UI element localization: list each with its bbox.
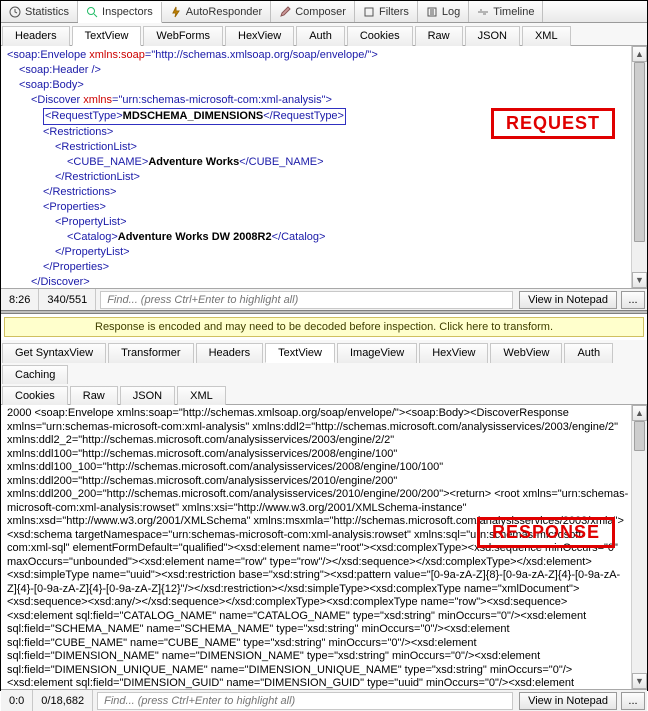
req-tab-webforms[interactable]: WebForms: [143, 26, 223, 46]
tab-label: Composer: [295, 6, 346, 18]
req-tab-json[interactable]: JSON: [465, 26, 520, 46]
req-tab-xml[interactable]: XML: [522, 26, 571, 46]
resp-tab-xml[interactable]: XML: [177, 386, 226, 405]
tab-autoresponder[interactable]: AutoResponder: [162, 1, 271, 22]
scroll-thumb[interactable]: [634, 421, 645, 451]
scroll-up-icon[interactable]: ▲: [632, 405, 647, 421]
response-statusbar: 0:0 0/18,682 View in Notepad ...: [1, 689, 647, 711]
tab-label: Timeline: [493, 6, 534, 18]
magnifier-icon: [86, 6, 98, 18]
response-subtabs-row2: Cookies Raw JSON XML: [1, 383, 647, 405]
find-input[interactable]: [100, 291, 513, 309]
view-in-notepad-button[interactable]: View in Notepad: [519, 291, 617, 309]
cursor-pos: 0:0: [1, 690, 33, 711]
scroll-thumb[interactable]: [634, 62, 645, 242]
req-tab-textview[interactable]: TextView: [72, 26, 142, 46]
response-pane: 2000 <soap:Envelope xmlns:soap="http://s…: [1, 405, 647, 689]
resp-tab-textview[interactable]: TextView: [265, 343, 335, 363]
more-button[interactable]: ...: [621, 291, 645, 309]
request-pane: <soap:Envelope xmlns:soap="http://schema…: [1, 46, 647, 288]
scroll-up-icon[interactable]: ▲: [632, 46, 647, 62]
cursor-pos: 8:26: [1, 289, 39, 310]
scroll-down-icon[interactable]: ▼: [632, 272, 647, 288]
request-subtabs: Headers TextView WebForms HexView Auth C…: [1, 23, 647, 46]
splitter[interactable]: [1, 310, 647, 314]
selection-size: 340/551: [39, 289, 96, 310]
find-input[interactable]: [97, 692, 513, 710]
clock-icon: [9, 6, 21, 18]
tab-timeline[interactable]: Timeline: [469, 1, 543, 22]
main-tabs: Statistics Inspectors AutoResponder Comp…: [1, 1, 647, 23]
resp-tab-getsyntaxview[interactable]: Get SyntaxView: [2, 343, 106, 363]
selection-size: 0/18,682: [33, 690, 93, 711]
filter-icon: [363, 6, 375, 18]
req-tab-cookies[interactable]: Cookies: [347, 26, 413, 46]
tab-label: Statistics: [25, 6, 69, 18]
request-statusbar: 8:26 340/551 View in Notepad ...: [1, 288, 647, 310]
req-tab-headers[interactable]: Headers: [2, 26, 70, 46]
resp-tab-headers[interactable]: Headers: [196, 343, 264, 363]
resp-tab-json[interactable]: JSON: [120, 386, 175, 405]
request-body[interactable]: <soap:Envelope xmlns:soap="http://schema…: [1, 46, 647, 288]
more-button[interactable]: ...: [621, 692, 645, 710]
scrollbar[interactable]: ▲ ▼: [631, 405, 647, 689]
resp-tab-webview[interactable]: WebView: [490, 343, 562, 363]
resp-tab-transformer[interactable]: Transformer: [108, 343, 194, 363]
bolt-icon: [170, 6, 182, 18]
pencil-icon: [279, 6, 291, 18]
tab-label: AutoResponder: [186, 6, 262, 18]
req-tab-hexview[interactable]: HexView: [225, 26, 294, 46]
timeline-icon: [477, 6, 489, 18]
tab-inspectors[interactable]: Inspectors: [78, 2, 162, 23]
tab-composer[interactable]: Composer: [271, 1, 355, 22]
resp-tab-raw[interactable]: Raw: [70, 386, 118, 405]
req-tab-auth[interactable]: Auth: [296, 26, 345, 46]
resp-tab-auth[interactable]: Auth: [564, 343, 613, 363]
decode-banner[interactable]: Response is encoded and may need to be d…: [4, 317, 644, 337]
view-in-notepad-button[interactable]: View in Notepad: [519, 692, 617, 710]
resp-tab-cookies[interactable]: Cookies: [2, 386, 68, 405]
tab-label: Filters: [379, 6, 409, 18]
tab-filters[interactable]: Filters: [355, 1, 418, 22]
tab-label: Log: [442, 6, 460, 18]
response-subtabs-row1: Get SyntaxView Transformer Headers TextV…: [1, 340, 647, 383]
resp-tab-imageview[interactable]: ImageView: [337, 343, 417, 363]
tab-log[interactable]: Log: [418, 1, 469, 22]
resp-tab-caching[interactable]: Caching: [2, 365, 68, 384]
log-icon: [426, 6, 438, 18]
tab-statistics[interactable]: Statistics: [1, 1, 78, 22]
request-overlay-label: REQUEST: [491, 108, 615, 139]
response-overlay-label: RESPONSE: [477, 517, 615, 548]
req-tab-raw[interactable]: Raw: [415, 26, 463, 46]
scrollbar[interactable]: ▲ ▼: [631, 46, 647, 288]
tab-label: Inspectors: [102, 6, 153, 18]
scroll-down-icon[interactable]: ▼: [632, 673, 647, 689]
resp-tab-hexview[interactable]: HexView: [419, 343, 488, 363]
